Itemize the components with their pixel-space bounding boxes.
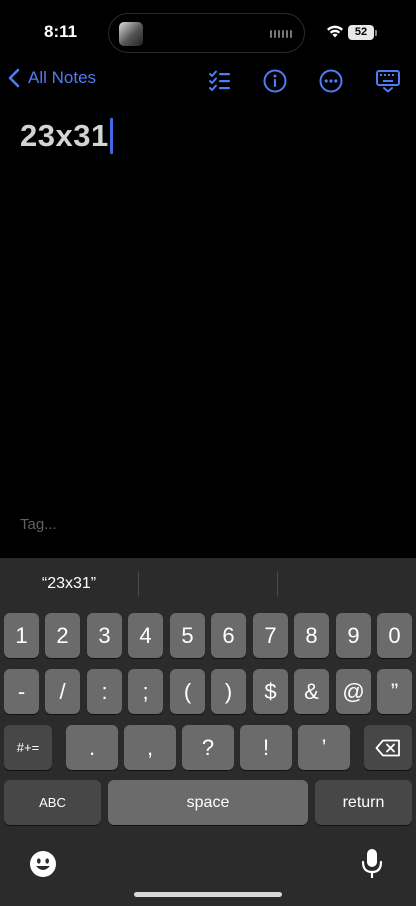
key-8[interactable]: 8 <box>294 613 329 658</box>
key-comma[interactable]: , <box>124 725 176 770</box>
key-dollar[interactable]: $ <box>253 669 288 714</box>
audio-waveform-icon <box>270 30 292 38</box>
note-title-text: 23x31 <box>20 118 109 153</box>
dynamic-island[interactable] <box>108 13 305 53</box>
home-indicator[interactable] <box>134 892 282 897</box>
status-time: 8:11 <box>44 22 78 41</box>
note-title[interactable]: 23x31 <box>20 118 113 154</box>
now-playing-artwork <box>119 22 143 46</box>
nav-bar: All Notes <box>0 62 416 102</box>
return-key[interactable]: return <box>315 780 412 825</box>
key-semicolon[interactable]: ; <box>128 669 163 714</box>
key-9[interactable]: 9 <box>336 613 371 658</box>
key-open-paren[interactable]: ( <box>170 669 205 714</box>
more-icon[interactable] <box>318 68 344 94</box>
key-4[interactable]: 4 <box>128 613 163 658</box>
back-button[interactable]: All Notes <box>8 68 96 88</box>
info-icon[interactable] <box>262 68 288 94</box>
key-quote[interactable]: ” <box>377 669 412 714</box>
keyboard-dismiss-icon[interactable] <box>375 68 401 94</box>
key-6[interactable]: 6 <box>211 613 246 658</box>
microphone-icon[interactable] <box>360 848 384 885</box>
symbols-toggle-key[interactable]: #+= <box>4 725 52 770</box>
suggestion-2[interactable] <box>139 558 277 608</box>
key-slash[interactable]: / <box>45 669 80 714</box>
checklist-icon[interactable] <box>207 68 233 94</box>
battery-indicator: 52 <box>348 25 374 40</box>
key-0[interactable]: 0 <box>377 613 412 658</box>
key-apostrophe[interactable]: ’ <box>298 725 350 770</box>
key-3[interactable]: 3 <box>87 613 122 658</box>
wifi-icon <box>326 24 344 43</box>
key-2[interactable]: 2 <box>45 613 80 658</box>
suggestion-bar: “23x31” <box>0 558 416 608</box>
back-label: All Notes <box>28 68 97 87</box>
key-hyphen[interactable]: - <box>4 669 39 714</box>
key-7[interactable]: 7 <box>253 613 288 658</box>
key-question[interactable]: ? <box>182 725 234 770</box>
emoji-icon[interactable] <box>29 850 57 883</box>
backspace-icon <box>375 739 400 756</box>
key-period[interactable]: . <box>66 725 118 770</box>
tag-field[interactable]: Tag... <box>20 516 57 533</box>
key-close-paren[interactable]: ) <box>211 669 246 714</box>
text-cursor <box>109 118 113 154</box>
battery-cap <box>375 30 377 36</box>
key-5[interactable]: 5 <box>170 613 205 658</box>
chevron-left-icon <box>8 68 20 88</box>
suggestion-1[interactable]: “23x31” <box>0 558 138 608</box>
suggestion-3[interactable] <box>278 558 416 608</box>
key-colon[interactable]: : <box>87 669 122 714</box>
key-1[interactable]: 1 <box>4 613 39 658</box>
abc-key[interactable]: ABC <box>4 780 101 825</box>
status-bar: 8:11 52 <box>0 0 416 64</box>
delete-key[interactable] <box>364 725 412 770</box>
space-key[interactable]: space <box>108 780 308 825</box>
key-exclamation[interactable]: ! <box>240 725 292 770</box>
keyboard: “23x31” 1 2 3 4 5 6 7 8 9 0 - / : ; ( ) … <box>0 558 416 906</box>
key-at[interactable]: @ <box>336 669 371 714</box>
key-ampersand[interactable]: & <box>294 669 329 714</box>
